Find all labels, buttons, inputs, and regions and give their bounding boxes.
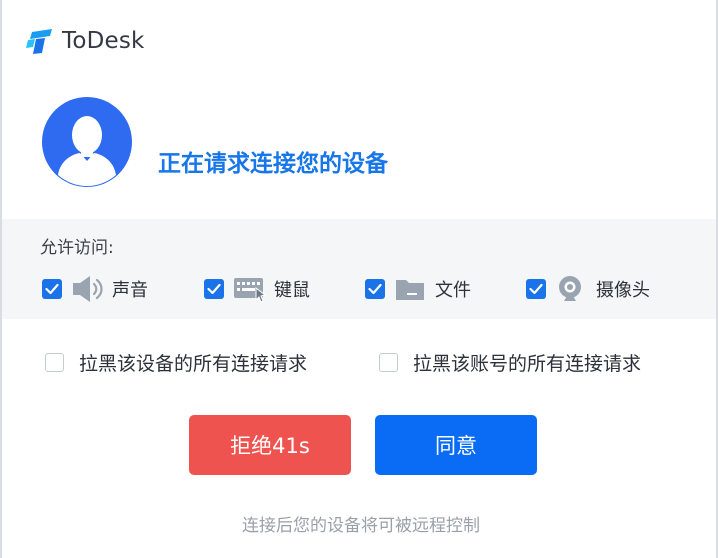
keyboard-mouse-checkbox[interactable] xyxy=(204,279,224,299)
connection-request-dialog: ToDesk 正在请求连接您的设备 允许访问: 声音 键鼠 文件 摄像头 拉黑该… xyxy=(0,0,718,558)
camera-checkbox[interactable] xyxy=(526,279,546,299)
check-icon xyxy=(529,283,543,295)
reject-button[interactable]: 拒绝41s xyxy=(189,415,351,475)
permission-files[interactable]: 文件 xyxy=(365,274,471,304)
titlebar: ToDesk xyxy=(26,24,145,58)
check-icon xyxy=(368,283,382,295)
blacklist-device-label: 拉黑该设备的所有连接请求 xyxy=(79,352,308,375)
check-icon xyxy=(45,283,59,295)
permission-camera-label: 摄像头 xyxy=(596,280,650,301)
files-checkbox[interactable] xyxy=(365,279,385,299)
check-icon xyxy=(207,283,221,295)
accept-button[interactable]: 同意 xyxy=(375,415,537,475)
permission-camera[interactable]: 摄像头 xyxy=(526,274,650,304)
user-avatar-icon xyxy=(42,97,132,187)
permission-sound[interactable]: 声音 xyxy=(42,274,148,304)
footer-note: 连接后您的设备将可被远程控制 xyxy=(242,516,480,536)
permission-keyboard-mouse-label: 键鼠 xyxy=(274,280,310,301)
app-title: ToDesk xyxy=(62,28,145,54)
folder-icon xyxy=(396,280,424,300)
keyboard-mouse-icon xyxy=(234,278,266,303)
blacklist-account-checkbox[interactable] xyxy=(379,352,398,372)
camera-icon xyxy=(559,276,581,301)
permission-sound-label: 声音 xyxy=(112,280,148,301)
todesk-logo-icon xyxy=(26,29,52,54)
blacklist-account-option[interactable]: 拉黑该账号的所有连接请求 xyxy=(379,349,641,375)
blacklist-device-checkbox[interactable] xyxy=(45,352,64,372)
request-title: 正在请求连接您的设备 xyxy=(158,151,388,177)
blacklist-account-label: 拉黑该账号的所有连接请求 xyxy=(413,352,642,375)
permission-keyboard-mouse[interactable]: 键鼠 xyxy=(204,274,310,304)
speaker-icon xyxy=(73,276,103,302)
sound-checkbox[interactable] xyxy=(42,279,62,299)
blacklist-device-option[interactable]: 拉黑该设备的所有连接请求 xyxy=(45,349,307,375)
permission-files-label: 文件 xyxy=(435,280,471,301)
permissions-label: 允许访问: xyxy=(40,238,114,258)
